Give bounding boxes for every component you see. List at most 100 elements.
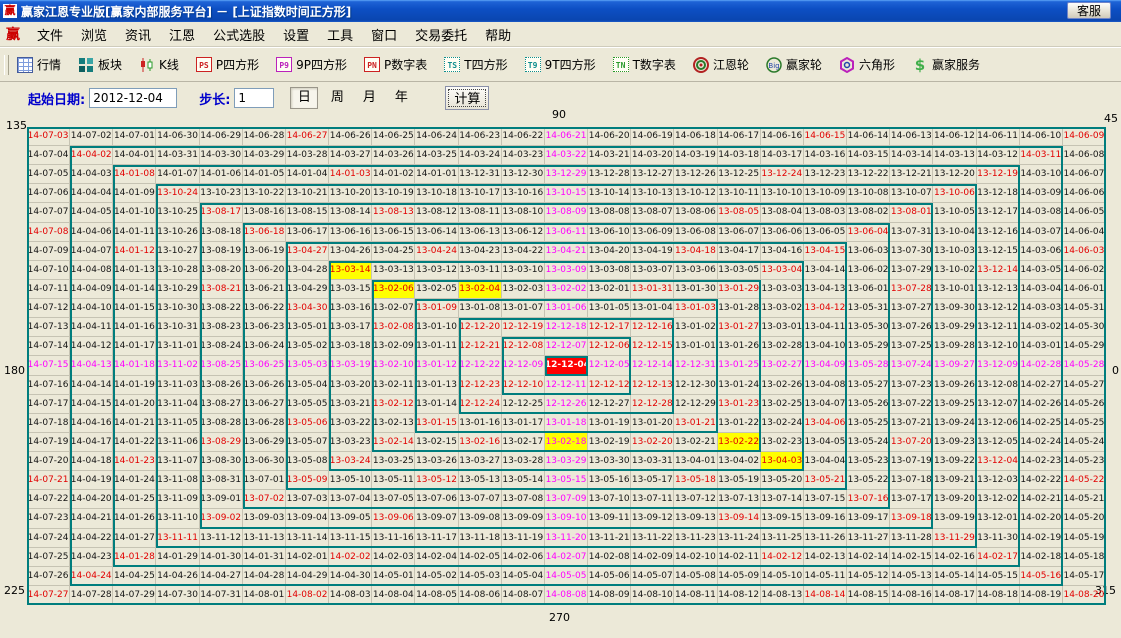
grid-cell[interactable]: 14-03-20 xyxy=(631,146,674,165)
grid-cell[interactable]: 14-05-03 xyxy=(459,567,502,586)
grid-cell[interactable]: 13-07-16 xyxy=(847,490,890,509)
tool-winner-wheel[interactable]: Big 赢家轮 xyxy=(764,54,824,75)
grid-cell[interactable]: 12-12-13 xyxy=(631,376,674,395)
grid-cell[interactable]: 14-07-05 xyxy=(27,165,70,184)
start-date-input[interactable] xyxy=(89,88,177,108)
grid-cell[interactable]: 14-04-05 xyxy=(70,203,113,222)
grid-cell[interactable]: 13-07-13 xyxy=(718,490,761,509)
grid-cell[interactable]: 13-11-17 xyxy=(415,529,458,548)
grid-cell[interactable]: 13-07-28 xyxy=(890,280,933,299)
grid-cell[interactable]: 13-12-29 xyxy=(545,165,588,184)
grid-cell[interactable]: 14-07-18 xyxy=(27,414,70,433)
grid-cell[interactable]: 13-11-04 xyxy=(156,395,199,414)
grid-cell[interactable]: 14-08-02 xyxy=(286,586,329,605)
grid-cell[interactable]: 13-09-05 xyxy=(329,509,372,528)
grid-cell[interactable]: 13-01-13 xyxy=(415,376,458,395)
grid-cell[interactable]: 13-09-28 xyxy=(933,337,976,356)
grid-cell[interactable]: 13-07-08 xyxy=(502,490,545,509)
grid-cell[interactable]: 14-06-18 xyxy=(674,127,717,146)
grid-cell[interactable]: 14-07-10 xyxy=(27,261,70,280)
grid-cell[interactable]: 14-02-08 xyxy=(588,548,631,567)
tool-sectors[interactable]: 板块 xyxy=(76,54,124,75)
grid-cell[interactable]: 12-12-24 xyxy=(459,395,502,414)
grid-cell[interactable]: 14-01-19 xyxy=(113,376,156,395)
grid-cell[interactable]: 12-12-06 xyxy=(588,337,631,356)
grid-cell[interactable]: 13-10-11 xyxy=(718,184,761,203)
period-week-toggle[interactable]: 周 xyxy=(324,88,350,108)
grid-cell[interactable]: 13-07-21 xyxy=(890,414,933,433)
grid-cell[interactable]: 13-03-24 xyxy=(329,452,372,471)
grid-cell[interactable]: 13-10-31 xyxy=(156,318,199,337)
grid-cell[interactable]: 14-07-21 xyxy=(27,471,70,490)
grid-cell[interactable]: 13-08-19 xyxy=(200,242,243,261)
menu-browse[interactable]: 浏览 xyxy=(72,23,116,46)
grid-cell[interactable]: 13-07-18 xyxy=(890,471,933,490)
grid-cell[interactable]: 14-03-05 xyxy=(1020,261,1063,280)
grid-cell[interactable]: 13-09-08 xyxy=(459,509,502,528)
grid-cell[interactable]: 14-01-24 xyxy=(113,471,156,490)
grid-cell[interactable]: 14-02-10 xyxy=(674,548,717,567)
grid-cell[interactable]: 14-07-25 xyxy=(27,548,70,567)
grid-cell[interactable]: 13-03-01 xyxy=(761,318,804,337)
grid-cell[interactable]: 14-01-28 xyxy=(113,548,156,567)
grid-cell[interactable]: 14-02-09 xyxy=(631,548,674,567)
grid-cell[interactable]: 14-03-14 xyxy=(890,146,933,165)
grid-cell[interactable]: 13-12-23 xyxy=(804,165,847,184)
grid-cell[interactable]: 14-06-14 xyxy=(847,127,890,146)
grid-cell[interactable]: 13-05-08 xyxy=(286,452,329,471)
grid-cell[interactable]: 13-11-15 xyxy=(329,529,372,548)
grid-cell[interactable]: 13-01-26 xyxy=(718,337,761,356)
grid-cell[interactable]: 14-08-10 xyxy=(631,586,674,605)
grid-cell[interactable]: 13-03-08 xyxy=(588,261,631,280)
grid-cell[interactable]: 14-06-04 xyxy=(1063,223,1106,242)
grid-cell[interactable]: 13-11-22 xyxy=(631,529,674,548)
grid-cell[interactable]: 14-08-09 xyxy=(588,586,631,605)
grid-cell[interactable]: 14-05-04 xyxy=(502,567,545,586)
grid-cell[interactable]: 13-11-13 xyxy=(243,529,286,548)
grid-cell[interactable]: 13-12-17 xyxy=(977,203,1020,222)
grid-cell[interactable]: 13-10-16 xyxy=(502,184,545,203)
grid-cell[interactable]: 12-12-04 xyxy=(545,356,588,375)
grid-cell[interactable]: 13-06-23 xyxy=(243,318,286,337)
grid-cell[interactable]: 14-08-14 xyxy=(804,586,847,605)
grid-cell[interactable]: 13-06-30 xyxy=(243,452,286,471)
grid-cell[interactable]: 13-09-11 xyxy=(588,509,631,528)
grid-cell[interactable]: 14-05-23 xyxy=(1063,452,1106,471)
grid-cell[interactable]: 13-02-07 xyxy=(372,299,415,318)
grid-cell[interactable]: 13-01-21 xyxy=(674,414,717,433)
grid-cell[interactable]: 13-08-03 xyxy=(804,203,847,222)
grid-cell[interactable]: 13-06-27 xyxy=(243,395,286,414)
grid-cell[interactable]: 13-08-01 xyxy=(890,203,933,222)
grid-cell[interactable]: 14-04-20 xyxy=(70,490,113,509)
grid-cell[interactable]: 13-02-10 xyxy=(372,356,415,375)
grid-cell[interactable]: 13-01-19 xyxy=(588,414,631,433)
grid-cell[interactable]: 13-11-30 xyxy=(977,529,1020,548)
grid-cell[interactable]: 13-04-12 xyxy=(804,299,847,318)
grid-cell[interactable]: 14-04-25 xyxy=(113,567,156,586)
grid-cell[interactable]: 12-12-21 xyxy=(459,337,502,356)
grid-cell[interactable]: 13-09-23 xyxy=(933,433,976,452)
grid-cell[interactable]: 13-11-03 xyxy=(156,376,199,395)
grid-cell[interactable]: 13-01-07 xyxy=(502,299,545,318)
grid-cell[interactable]: 13-10-10 xyxy=(761,184,804,203)
grid-cell[interactable]: 14-05-12 xyxy=(847,567,890,586)
grid-cell[interactable]: 14-05-11 xyxy=(804,567,847,586)
grid-cell[interactable]: 14-04-22 xyxy=(70,529,113,548)
grid-cell[interactable]: 13-04-11 xyxy=(804,318,847,337)
grid-cell[interactable]: 13-06-04 xyxy=(847,223,890,242)
grid-cell[interactable]: 12-12-31 xyxy=(674,356,717,375)
grid-cell[interactable]: 13-04-29 xyxy=(286,280,329,299)
grid-cell[interactable]: 14-06-05 xyxy=(1063,203,1106,222)
grid-cell[interactable]: 13-02-08 xyxy=(372,318,415,337)
grid-cell[interactable]: 14-08-04 xyxy=(372,586,415,605)
grid-cell[interactable]: 13-07-06 xyxy=(415,490,458,509)
grid-cell[interactable]: 13-08-18 xyxy=(200,223,243,242)
grid-cell[interactable]: 14-03-17 xyxy=(761,146,804,165)
grid-cell[interactable]: 13-08-21 xyxy=(200,280,243,299)
grid-cell[interactable]: 13-03-29 xyxy=(545,452,588,471)
grid-cell[interactable]: 14-06-24 xyxy=(415,127,458,146)
grid-cell[interactable]: 13-01-31 xyxy=(631,280,674,299)
grid-cell[interactable]: 14-02-03 xyxy=(372,548,415,567)
grid-cell[interactable]: 13-04-28 xyxy=(286,261,329,280)
grid-cell[interactable]: 13-08-27 xyxy=(200,395,243,414)
